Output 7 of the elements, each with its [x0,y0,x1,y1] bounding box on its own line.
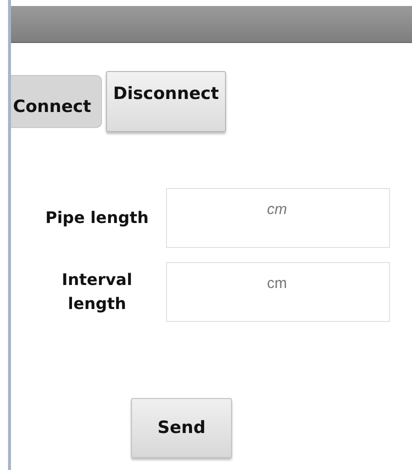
input-field[interactable]: cm [166,188,390,248]
field-label: Pipe length [44,207,150,229]
input-field[interactable]: cm [166,262,390,322]
connection-button[interactable]: Connect [11,75,102,128]
send-button[interactable]: Send [131,398,232,458]
connection-button[interactable]: Disconnect [106,71,226,132]
field-label: Interval length [60,269,134,315]
